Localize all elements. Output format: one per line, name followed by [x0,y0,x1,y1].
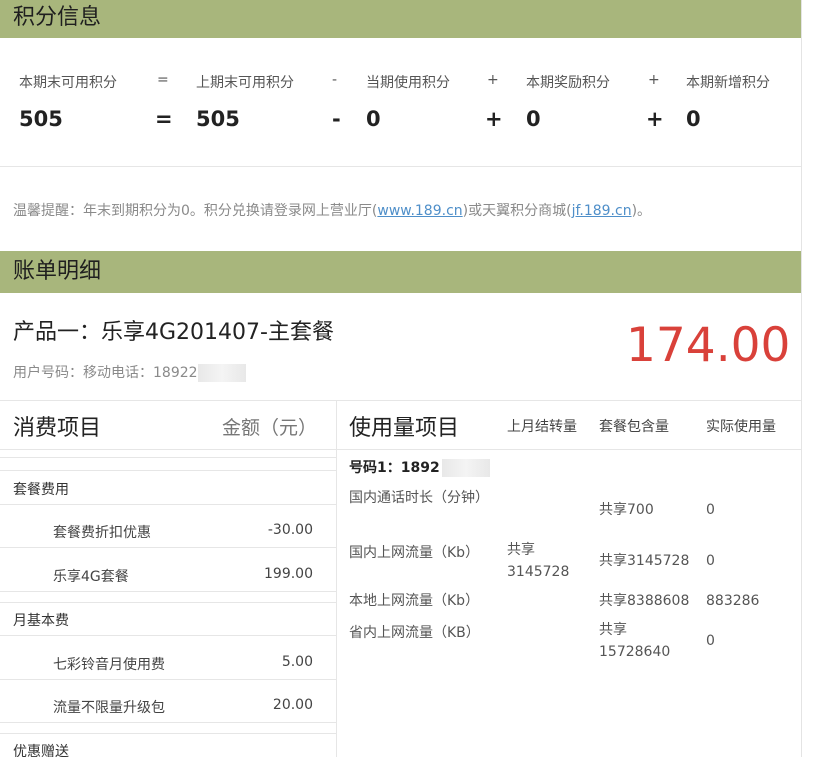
usage-actual: 883286 [706,593,760,609]
divider [0,547,336,548]
redacted-mask [197,364,246,382]
product-amount: 174.00 [626,318,791,373]
fee-group-package: 套餐费用 [13,482,69,498]
divider [0,470,336,471]
fee-item: 流量不限量升级包 [53,700,165,716]
usage-actual: 0 [706,553,715,569]
points-value-op-plus1: + [485,107,503,131]
usage-item: 省内上网流量（KB） [349,625,480,641]
usage-number-text: 号码1：1892 [349,460,440,476]
points-value-op-plus2: + [646,107,664,131]
redacted-mask [441,459,490,477]
statement-page: 积分信息 本期末可用积分 = 上期末可用积分 - 当期使用积分 + 本期奖励积分… [0,0,802,757]
fee-item: 套餐费折扣优惠 [53,525,151,541]
points-label-op-plus1: + [487,72,499,88]
points-value-op-minus: - [332,107,341,131]
product-title: 产品一：乐享4G201407-主套餐 [13,320,334,345]
points-label-previous: 上期末可用积分 [196,75,294,91]
usage-col-last-header: 上月结转量 [507,419,577,435]
usage-package: 共享15728640 [599,622,671,660]
points-label-op-equals: = [157,72,169,88]
usage-actual: 0 [706,633,715,649]
points-label-used: 当期使用积分 [366,75,450,91]
points-section-header: 积分信息 [0,0,801,38]
divider [0,591,336,592]
tip-text-suffix: )。 [631,203,652,219]
column-divider [336,401,337,757]
usage-last: 共享3145728 [507,542,570,580]
points-label-op-minus: - [332,72,338,88]
divider [0,679,336,680]
usage-number: 号码1：1892 [349,457,490,477]
points-value-op-equals: = [155,107,173,131]
points-label-reward: 本期奖励积分 [526,75,610,91]
fee-item: 乐享4G套餐 [53,569,129,585]
fees-col-amount-header: 金额（元） [222,417,318,439]
points-value-new: 0 [686,107,701,131]
usage-item: 国内上网流量（Kb） [349,545,480,561]
usage-col-actual-header: 实际使用量 [706,419,776,435]
usage-col-package-header: 套餐包含量 [599,419,669,435]
usage-actual: 0 [706,502,715,518]
usage-col-item-header: 使用量项目 [349,416,460,441]
fees-col-item-header: 消费项目 [13,416,102,441]
usage-item: 国内通话时长（分钟） [349,490,489,506]
divider [0,722,336,723]
divider [0,733,336,734]
points-tip: 温馨提醒：年末到期积分为0。积分兑换请登录网上营业厅(www.189.cn)或天… [13,200,651,220]
fee-item-amount: 199.00 [264,566,313,582]
points-value-previous: 505 [196,107,240,131]
divider [0,457,336,458]
link-www-189[interactable]: www.189.cn [377,203,462,219]
fee-item-amount: 20.00 [272,697,313,713]
divider [337,449,801,450]
points-value-current: 505 [19,107,63,131]
points-label-current: 本期末可用积分 [19,75,117,91]
fee-group-monthly: 月基本费 [13,613,69,629]
link-jf-189[interactable]: jf.189.cn [572,203,632,219]
product-phone-text: 用户号码：移动电话：18922 [13,365,198,381]
usage-package: 共享700 [599,502,654,518]
divider [0,400,801,401]
points-label-new: 本期新增积分 [686,75,770,91]
fee-item-amount: -30.00 [267,522,313,538]
usage-item: 本地上网流量（Kb） [349,593,480,609]
tip-text-middle: )或天翼积分商城( [462,203,572,219]
bill-section-header: 账单明细 [0,251,801,293]
fee-item-amount: 5.00 [281,654,313,670]
tip-text-prefix: 温馨提醒：年末到期积分为0。积分兑换请登录网上营业厅( [13,203,378,219]
divider [0,449,336,450]
divider [0,166,801,167]
product-phone: 用户号码：移动电话：18922 [13,362,246,382]
points-value-reward: 0 [526,107,541,131]
usage-package: 共享3145728 [599,553,690,569]
divider [0,602,336,603]
points-label-op-plus2: + [648,72,660,88]
divider [0,504,336,505]
points-value-used: 0 [366,107,381,131]
fee-group-gift: 优惠赠送 [13,744,69,757]
fee-item: 七彩铃音月使用费 [53,657,165,673]
usage-package: 共享8388608 [599,593,690,609]
divider [0,635,336,636]
